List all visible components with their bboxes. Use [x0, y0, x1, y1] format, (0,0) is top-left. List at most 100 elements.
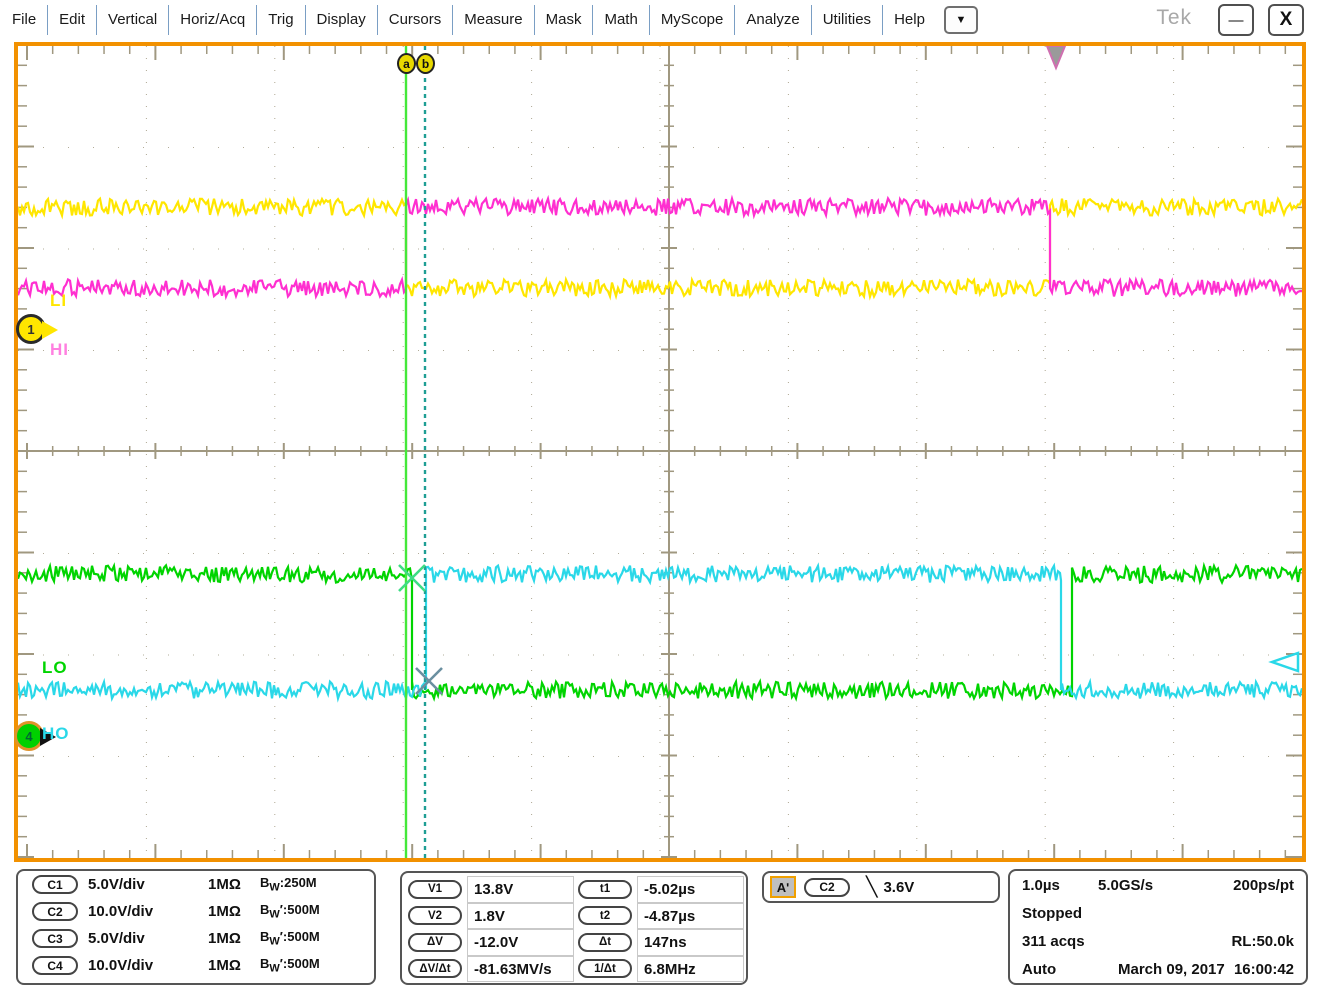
trigger-slope-icon: ╲ [866, 876, 877, 899]
cursor-value-slope: -81.63MV/s [467, 956, 574, 983]
timebase-value: 1.0µs [1022, 877, 1060, 894]
channel-badge-c2[interactable]: C2 [32, 902, 78, 921]
menu-item-vertical[interactable]: Vertical [97, 5, 169, 35]
menu-item-mask[interactable]: Mask [535, 5, 594, 35]
menu-item-analyze[interactable]: Analyze [735, 5, 811, 35]
channel-badge-c3[interactable]: C3 [32, 929, 78, 948]
cursor-row-v2: V2 1.8V [404, 903, 574, 930]
cursor-value-t2: -4.87µs [637, 903, 744, 930]
trigger-panel[interactable]: Aʹ C2 ╲ 3.6V [762, 871, 1000, 903]
time-value: 16:00:42 [1234, 961, 1294, 978]
grid-layer [18, 46, 1302, 858]
menu-item-display[interactable]: Display [306, 5, 378, 35]
menu-item-file[interactable]: File [0, 5, 48, 35]
acquisition-count: 311 acqs [1022, 933, 1085, 950]
channel-bandwidth-c2: BW′:500M [260, 902, 320, 921]
menu-item-cursors[interactable]: Cursors [378, 5, 454, 35]
menu-bar: File Edit Vertical Horiz/Acq Trig Displa… [0, 0, 1320, 40]
channel-scale-c4: 10.0V/div [88, 957, 208, 974]
cursor-value-v1: 13.8V [467, 876, 574, 903]
cursor-row-t2: t2 -4.87µs [574, 903, 744, 930]
menu-item-edit[interactable]: Edit [48, 5, 97, 35]
trigger-level-value: 3.6V [883, 879, 914, 896]
channel-row-c4[interactable]: C4 10.0V/div 1MΩ BW′:500M [18, 952, 374, 979]
menu-item-math[interactable]: Math [593, 5, 649, 35]
cursor-row-frequency: 1/Δt 6.8MHz [574, 956, 744, 983]
minimize-button[interactable]: — [1218, 4, 1254, 36]
acquisition-state: Stopped [1022, 905, 1082, 922]
chevron-down-icon[interactable]: ▼ [944, 6, 978, 34]
channel-1-ground-arrow-icon [42, 321, 58, 339]
resolution-value: 200ps/pt [1233, 877, 1294, 894]
channel-impedance-c2: 1MΩ [208, 903, 260, 920]
cursor-label-t1: t1 [578, 880, 632, 899]
menu-item-trig[interactable]: Trig [257, 5, 305, 35]
channel-row-c2[interactable]: C2 10.0V/div 1MΩ BW′:500M [18, 898, 374, 925]
cursor-readout-time-column: t1 -5.02µs t2 -4.87µs Δt 147ns 1/Δt 6.8M… [574, 876, 744, 980]
cursor-label-t2: t2 [578, 906, 632, 925]
trace-ho [18, 566, 1302, 699]
cursor-label-frequency: 1/Δt [578, 959, 632, 978]
acquisition-row-count: 311 acqs RL:50.0k [1010, 931, 1306, 959]
channel-row-c3[interactable]: C3 5.0V/div 1MΩ BW′:500M [18, 925, 374, 952]
channel-scale-c2: 10.0V/div [88, 903, 208, 920]
menu-item-measure[interactable]: Measure [453, 5, 534, 35]
graticule-frame: 1 4 LI HI LO HO a b [14, 42, 1306, 862]
record-length-value: RL:50.0k [1231, 933, 1294, 950]
cursor-readout-voltage-column: V1 13.8V V2 1.8V ΔV -12.0V ΔV/Δt -81.63M… [404, 876, 574, 980]
menu-item-myscope[interactable]: MyScope [650, 5, 736, 35]
cursor-a-badge[interactable]: a [397, 53, 416, 74]
cursor-label-slope: ΔV/Δt [408, 959, 462, 978]
waveform-canvas [18, 46, 1302, 858]
cursor-row-slope: ΔV/Δt -81.63MV/s [404, 956, 574, 983]
channel-bandwidth-c4: BW′:500M [260, 956, 320, 975]
cursor-row-delta-t: Δt 147ns [574, 929, 744, 956]
channel-impedance-c4: 1MΩ [208, 957, 260, 974]
cursor-b-badge[interactable]: b [416, 53, 435, 74]
channel-bandwidth-c1: BW:250M [260, 875, 317, 894]
channel-badge-c1[interactable]: C1 [32, 875, 78, 894]
trace-label-lo: LO [42, 658, 68, 678]
marker-layer [399, 46, 1298, 694]
acquisition-row-datetime: Auto March 09, 2017 16:00:42 [1010, 959, 1306, 987]
trigger-source-badge[interactable]: C2 [804, 878, 850, 897]
cursor-value-delta-v: -12.0V [467, 929, 574, 956]
cursor-row-v1: V1 13.8V [404, 876, 574, 903]
cursor-label-delta-t: Δt [578, 933, 632, 952]
trace-label-li: LI [50, 291, 67, 311]
cursor-label-v2: V2 [408, 906, 462, 925]
cursor-value-t1: -5.02µs [637, 876, 744, 903]
channel-row-c1[interactable]: C1 5.0V/div 1MΩ BW:250M [18, 871, 374, 898]
menu-item-help[interactable]: Help [883, 5, 936, 35]
trace-label-ho: HO [42, 724, 70, 744]
cursor-label-v1: V1 [408, 880, 462, 899]
acquisition-panel: 1.0µs 5.0GS/s 200ps/pt Stopped 311 acqs … [1008, 869, 1308, 985]
acquisition-row-timebase: 1.0µs 5.0GS/s 200ps/pt [1010, 875, 1306, 903]
channel-impedance-c1: 1MΩ [208, 876, 260, 893]
trigger-a-badge[interactable]: Aʹ [770, 876, 796, 898]
menu-item-utilities[interactable]: Utilities [812, 5, 883, 35]
trace-lo [18, 566, 1302, 699]
close-button[interactable]: X [1268, 4, 1304, 36]
cursor-value-v2: 1.8V [467, 903, 574, 930]
trace-layer [18, 199, 1302, 699]
oscilloscope-app: File Edit Vertical Horiz/Acq Trig Displa… [0, 0, 1320, 990]
channel-badge-c4[interactable]: C4 [32, 956, 78, 975]
trigger-mode-value: Auto [1022, 961, 1056, 978]
sample-rate-value: 5.0GS/s [1098, 877, 1153, 894]
channel-impedance-c3: 1MΩ [208, 930, 260, 947]
channel-bandwidth-c3: BW′:500M [260, 929, 320, 948]
acquisition-row-state: Stopped [1010, 903, 1306, 931]
channel-scale-c1: 5.0V/div [88, 876, 208, 893]
tek-logo: Tek [1156, 6, 1192, 30]
waveform-display[interactable] [18, 46, 1302, 858]
channel-settings-panel: C1 5.0V/div 1MΩ BW:250M C2 10.0V/div 1MΩ… [16, 869, 376, 985]
cursor-value-frequency: 6.8MHz [637, 956, 744, 983]
cursor-value-delta-t: 147ns [637, 929, 744, 956]
cursor-row-t1: t1 -5.02µs [574, 876, 744, 903]
cursor-readout-panel: V1 13.8V V2 1.8V ΔV -12.0V ΔV/Δt -81.63M… [400, 871, 748, 985]
cursor-label-delta-v: ΔV [408, 933, 462, 952]
channel-scale-c3: 5.0V/div [88, 930, 208, 947]
menu-item-horiz-acq[interactable]: Horiz/Acq [169, 5, 257, 35]
date-value: March 09, 2017 [1118, 961, 1225, 978]
